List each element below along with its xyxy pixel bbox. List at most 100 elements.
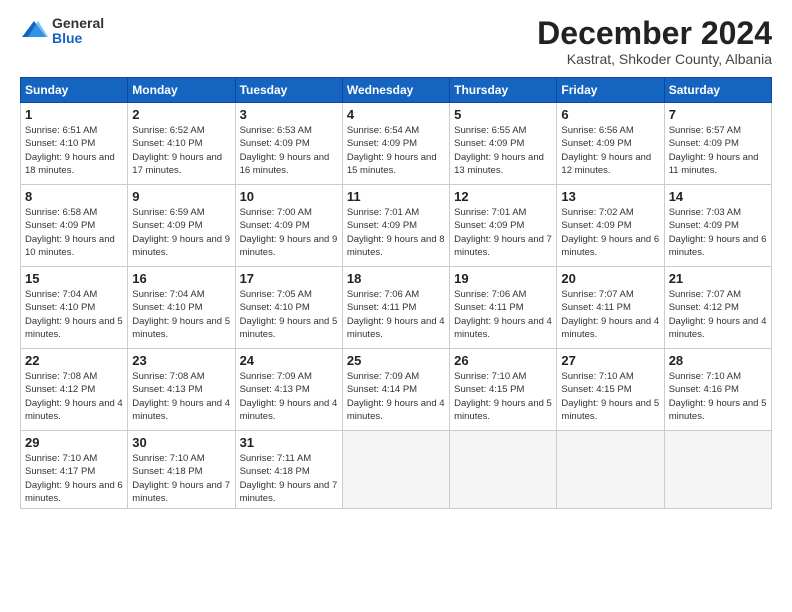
calendar-cell: 2 Sunrise: 6:52 AM Sunset: 4:10 PM Daylig… xyxy=(128,103,235,185)
day-number: 5 xyxy=(454,107,552,122)
day-number: 3 xyxy=(240,107,338,122)
calendar-cell: 25 Sunrise: 7:09 AM Sunset: 4:14 PM Dayli… xyxy=(342,349,449,431)
cell-info: Sunrise: 6:52 AM Sunset: 4:10 PM Dayligh… xyxy=(132,124,230,177)
calendar-cell: 8Sunrise: 6:58 AM Sunset: 4:09 PM Daylig… xyxy=(21,185,128,267)
calendar-cell: 29 Sunrise: 7:10 AM Sunset: 4:17 PM Dayli… xyxy=(21,431,128,509)
calendar-cell: 11Sunrise: 7:01 AM Sunset: 4:09 PM Dayli… xyxy=(342,185,449,267)
calendar-cell: 28 Sunrise: 7:10 AM Sunset: 4:16 PM Dayli… xyxy=(664,349,771,431)
header-day: Monday xyxy=(128,78,235,103)
calendar-cell: 27 Sunrise: 7:10 AM Sunset: 4:15 PM Dayli… xyxy=(557,349,664,431)
cell-info: Sunrise: 7:07 AM Sunset: 4:11 PM Dayligh… xyxy=(561,288,659,341)
cell-info: Sunrise: 7:08 AM Sunset: 4:13 PM Dayligh… xyxy=(132,370,230,423)
cell-info: Sunrise: 7:10 AM Sunset: 4:16 PM Dayligh… xyxy=(669,370,767,423)
calendar-cell: 6 Sunrise: 6:56 AM Sunset: 4:09 PM Daylig… xyxy=(557,103,664,185)
calendar-cell: 5Sunrise: 6:55 AM Sunset: 4:09 PM Daylig… xyxy=(450,103,557,185)
day-number: 4 xyxy=(347,107,445,122)
cell-info: Sunrise: 6:59 AM Sunset: 4:09 PM Dayligh… xyxy=(132,206,230,259)
calendar-cell: 18 Sunrise: 7:06 AM Sunset: 4:11 PM Dayli… xyxy=(342,267,449,349)
page: General Blue December 2024 Kastrat, Shko… xyxy=(0,0,792,612)
cell-info: Sunrise: 7:06 AM Sunset: 4:11 PM Dayligh… xyxy=(347,288,445,341)
calendar-cell: 16 Sunrise: 7:04 AM Sunset: 4:10 PM Dayli… xyxy=(128,267,235,349)
calendar-body: 1 Sunrise: 6:51 AM Sunset: 4:10 PM Daylig… xyxy=(21,103,772,509)
header-day: Thursday xyxy=(450,78,557,103)
cell-info: Sunrise: 7:09 AM Sunset: 4:14 PM Dayligh… xyxy=(347,370,445,423)
cell-info: Sunrise: 7:10 AM Sunset: 4:18 PM Dayligh… xyxy=(132,452,230,505)
day-number: 7 xyxy=(669,107,767,122)
day-number: 13 xyxy=(561,189,659,204)
day-number: 28 xyxy=(669,353,767,368)
cell-info: Sunrise: 6:51 AM Sunset: 4:10 PM Dayligh… xyxy=(25,124,123,177)
logo: General Blue xyxy=(20,16,104,47)
day-number: 2 xyxy=(132,107,230,122)
calendar-cell: 3Sunrise: 6:53 AM Sunset: 4:09 PM Daylig… xyxy=(235,103,342,185)
logo-general: General xyxy=(52,16,104,31)
cell-info: Sunrise: 6:58 AM Sunset: 4:09 PM Dayligh… xyxy=(25,206,123,259)
cell-info: Sunrise: 6:57 AM Sunset: 4:09 PM Dayligh… xyxy=(669,124,767,177)
cell-info: Sunrise: 7:03 AM Sunset: 4:09 PM Dayligh… xyxy=(669,206,767,259)
day-number: 17 xyxy=(240,271,338,286)
calendar: SundayMondayTuesdayWednesdayThursdayFrid… xyxy=(20,77,772,509)
header-day: Friday xyxy=(557,78,664,103)
day-number: 26 xyxy=(454,353,552,368)
calendar-cell: 12 Sunrise: 7:01 AM Sunset: 4:09 PM Dayli… xyxy=(450,185,557,267)
day-number: 11 xyxy=(347,189,445,204)
logo-blue: Blue xyxy=(52,31,104,46)
calendar-cell: 23 Sunrise: 7:08 AM Sunset: 4:13 PM Dayli… xyxy=(128,349,235,431)
cell-info: Sunrise: 7:06 AM Sunset: 4:11 PM Dayligh… xyxy=(454,288,552,341)
cell-info: Sunrise: 7:10 AM Sunset: 4:15 PM Dayligh… xyxy=(561,370,659,423)
calendar-cell: 24Sunrise: 7:09 AM Sunset: 4:13 PM Dayli… xyxy=(235,349,342,431)
day-number: 27 xyxy=(561,353,659,368)
cell-info: Sunrise: 7:01 AM Sunset: 4:09 PM Dayligh… xyxy=(454,206,552,259)
cell-info: Sunrise: 7:00 AM Sunset: 4:09 PM Dayligh… xyxy=(240,206,338,259)
day-number: 20 xyxy=(561,271,659,286)
day-number: 18 xyxy=(347,271,445,286)
calendar-cell: 20 Sunrise: 7:07 AM Sunset: 4:11 PM Dayli… xyxy=(557,267,664,349)
calendar-cell: 26 Sunrise: 7:10 AM Sunset: 4:15 PM Dayli… xyxy=(450,349,557,431)
calendar-week: 22Sunrise: 7:08 AM Sunset: 4:12 PM Dayli… xyxy=(21,349,772,431)
title-block: December 2024 Kastrat, Shkoder County, A… xyxy=(537,16,772,67)
day-number: 23 xyxy=(132,353,230,368)
calendar-cell xyxy=(557,431,664,509)
header-day: Saturday xyxy=(664,78,771,103)
day-number: 16 xyxy=(132,271,230,286)
day-number: 21 xyxy=(669,271,767,286)
day-number: 31 xyxy=(240,435,338,450)
day-number: 9 xyxy=(132,189,230,204)
calendar-cell: 21 Sunrise: 7:07 AM Sunset: 4:12 PM Dayli… xyxy=(664,267,771,349)
calendar-cell: 10 Sunrise: 7:00 AM Sunset: 4:09 PM Dayli… xyxy=(235,185,342,267)
calendar-cell: 4 Sunrise: 6:54 AM Sunset: 4:09 PM Daylig… xyxy=(342,103,449,185)
cell-info: Sunrise: 7:11 AM Sunset: 4:18 PM Dayligh… xyxy=(240,452,338,505)
calendar-cell: 30 Sunrise: 7:10 AM Sunset: 4:18 PM Dayli… xyxy=(128,431,235,509)
cell-info: Sunrise: 7:04 AM Sunset: 4:10 PM Dayligh… xyxy=(132,288,230,341)
cell-info: Sunrise: 7:07 AM Sunset: 4:12 PM Dayligh… xyxy=(669,288,767,341)
calendar-cell: 22Sunrise: 7:08 AM Sunset: 4:12 PM Dayli… xyxy=(21,349,128,431)
logo-text: General Blue xyxy=(52,16,104,47)
day-number: 25 xyxy=(347,353,445,368)
header-row: SundayMondayTuesdayWednesdayThursdayFrid… xyxy=(21,78,772,103)
day-number: 19 xyxy=(454,271,552,286)
day-number: 10 xyxy=(240,189,338,204)
header-day: Wednesday xyxy=(342,78,449,103)
day-number: 6 xyxy=(561,107,659,122)
header: General Blue December 2024 Kastrat, Shko… xyxy=(20,16,772,67)
cell-info: Sunrise: 7:08 AM Sunset: 4:12 PM Dayligh… xyxy=(25,370,123,423)
header-day: Tuesday xyxy=(235,78,342,103)
day-number: 12 xyxy=(454,189,552,204)
calendar-cell: 15Sunrise: 7:04 AM Sunset: 4:10 PM Dayli… xyxy=(21,267,128,349)
cell-info: Sunrise: 6:54 AM Sunset: 4:09 PM Dayligh… xyxy=(347,124,445,177)
calendar-cell: 14Sunrise: 7:03 AM Sunset: 4:09 PM Dayli… xyxy=(664,185,771,267)
cell-info: Sunrise: 7:10 AM Sunset: 4:17 PM Dayligh… xyxy=(25,452,123,505)
calendar-cell: 31 Sunrise: 7:11 AM Sunset: 4:18 PM Dayli… xyxy=(235,431,342,509)
day-number: 29 xyxy=(25,435,123,450)
cell-info: Sunrise: 7:10 AM Sunset: 4:15 PM Dayligh… xyxy=(454,370,552,423)
header-day: Sunday xyxy=(21,78,128,103)
main-title: December 2024 xyxy=(537,16,772,51)
calendar-week: 29 Sunrise: 7:10 AM Sunset: 4:17 PM Dayli… xyxy=(21,431,772,509)
day-number: 30 xyxy=(132,435,230,450)
logo-icon xyxy=(20,17,48,45)
calendar-cell: 9 Sunrise: 6:59 AM Sunset: 4:09 PM Daylig… xyxy=(128,185,235,267)
day-number: 1 xyxy=(25,107,123,122)
calendar-header: SundayMondayTuesdayWednesdayThursdayFrid… xyxy=(21,78,772,103)
cell-info: Sunrise: 6:56 AM Sunset: 4:09 PM Dayligh… xyxy=(561,124,659,177)
calendar-cell xyxy=(450,431,557,509)
